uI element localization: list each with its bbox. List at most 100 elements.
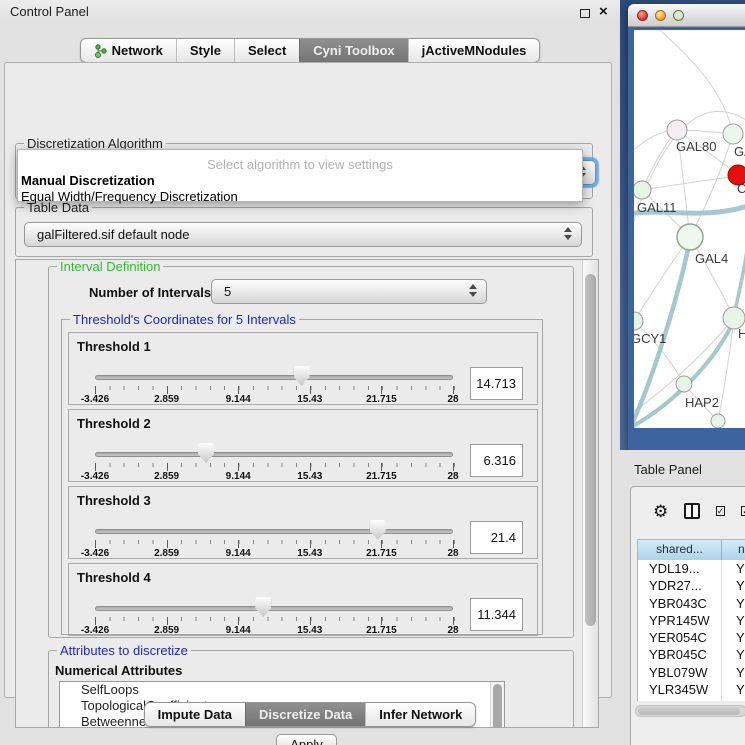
node-label-gal11: GAL11 [637, 200, 677, 215]
scrollbar-thumb[interactable] [638, 707, 740, 715]
node-label-gcy1: GCY1 [634, 331, 666, 346]
tab-discretize-data[interactable]: Discretize Data [245, 703, 365, 726]
tab-jactivemnodules[interactable]: jActiveMNodules [408, 39, 540, 62]
group-title: Threshold's Coordinates for 5 Intervals [70, 312, 299, 327]
tab-style[interactable]: Style [176, 39, 234, 62]
table-header-row: shared... n [638, 540, 745, 560]
window-zoom-icon[interactable] [673, 10, 684, 21]
column-header-name[interactable]: n [722, 540, 745, 560]
network-view-window: GAL80 GA C GAL11 GAL4 GCY1 H HAP2 [628, 4, 745, 450]
slider-thumb[interactable] [198, 443, 214, 463]
float-window-icon[interactable] [580, 9, 590, 18]
table-panel: Table Panel ⚙ ✓ ✓ shared... n YDL19...YD… [620, 450, 745, 745]
threshold-value-field[interactable]: 21.4 [470, 521, 523, 554]
node-label-partial-c: C [737, 181, 745, 196]
checkbox-icon[interactable]: ✓ [741, 506, 745, 516]
scrollbar-thumb[interactable] [585, 274, 596, 626]
node-label-hap2: HAP2 [685, 395, 719, 410]
slider-ticks [95, 540, 455, 548]
table-row[interactable]: YDR27...YDR2 [638, 577, 745, 594]
table-row[interactable]: YER054CYER0 [638, 629, 745, 646]
table-row[interactable]: YBR045CYBR0 [638, 646, 745, 663]
apply-button[interactable]: Apply [276, 734, 337, 745]
table-row[interactable]: YDL19...YDL1 [638, 560, 745, 577]
gear-icon[interactable]: ⚙ [653, 503, 668, 520]
node-label-gal4: GAL4 [695, 251, 728, 266]
slider-thumb[interactable] [370, 520, 386, 540]
interval-definition-group: Interval Definition Number of Intervals … [48, 266, 574, 638]
node-gal80[interactable] [667, 120, 687, 140]
bottom-tab-bar: Impute Data Discretize Data Infer Networ… [0, 702, 620, 727]
list-item[interactable]: SelfLoops [60, 682, 504, 698]
slider-thumb[interactable] [255, 597, 271, 617]
node-gcy1[interactable] [634, 312, 643, 330]
thresholds-group: Threshold's Coordinates for 5 Intervals … [61, 319, 543, 635]
slider-track[interactable] [95, 606, 453, 611]
number-of-intervals-combobox[interactable]: 5 [211, 279, 487, 304]
threshold-label: Threshold 3 [77, 493, 151, 508]
settings-scroll-pane: Interval Definition Number of Intervals … [15, 259, 599, 728]
combo-arrows-icon [564, 227, 572, 240]
network-canvas[interactable]: GAL80 GA C GAL11 GAL4 GCY1 H HAP2 [634, 30, 745, 428]
tab-label: Discretize Data [259, 703, 352, 726]
tick-labels: -3.4262.8599.14415.4321.71528 [95, 471, 455, 483]
table-horizontal-scrollbar[interactable] [635, 705, 745, 717]
network-icon [94, 44, 107, 58]
window-minimize-icon[interactable] [655, 10, 666, 21]
table-row[interactable]: YPR145WYPR1 [638, 612, 745, 629]
threshold-4-box: Threshold 4 -3.4262.8599.14415.4321.7152… [68, 563, 538, 636]
node-partial-top-right[interactable] [723, 124, 743, 144]
group-title: Attributes to discretize [57, 643, 191, 658]
table-panel-body: ⚙ ✓ ✓ shared... n YDL19...YDL1 YDR27...Y… [630, 486, 745, 745]
number-of-intervals-label: Number of Intervals [89, 285, 211, 300]
tab-label: jActiveMNodules [422, 39, 527, 62]
threshold-1-box: Threshold 1 -3.4262.8599.14415.4321.7152… [68, 332, 538, 405]
control-panel: Control Panel × Network Style [0, 0, 620, 745]
dropdown-item-manual-discretization[interactable]: Manual Discretization [21, 173, 155, 188]
network-window-titlebar[interactable] [628, 4, 745, 27]
node-bottom[interactable] [711, 414, 725, 428]
threshold-label: Threshold 4 [77, 570, 151, 585]
node-gal4[interactable] [677, 224, 703, 250]
node-label-partial-h: H [738, 326, 745, 341]
tick-labels: -3.4262.8599.14415.4321.71528 [95, 394, 455, 406]
close-icon[interactable]: × [599, 3, 608, 20]
window-close-icon[interactable] [637, 10, 648, 21]
table-row[interactable]: YIL052CYIL0 [638, 698, 745, 701]
node-table[interactable]: shared... n YDL19...YDL1 YDR27...YDR2 YB… [637, 539, 745, 701]
tab-label: Select [248, 39, 286, 62]
column-header-shared-name[interactable]: shared... [638, 540, 722, 560]
table-row[interactable]: YLR345WYLR3 [638, 681, 745, 698]
split-view-icon[interactable] [684, 503, 699, 519]
table-row[interactable]: YBL079WYBL0 [638, 664, 745, 681]
node-label-gal80: GAL80 [676, 139, 716, 154]
threshold-value-field[interactable]: 11.344 [470, 598, 523, 631]
tab-infer-network[interactable]: Infer Network [365, 703, 475, 726]
algorithm-dropdown-popup: Select algorithm to view settings Manual… [17, 149, 583, 202]
slider-track[interactable] [95, 452, 453, 457]
tab-cyni-toolbox[interactable]: Cyni Toolbox [299, 39, 407, 62]
table-data-combobox[interactable]: galFiltered.sif default node [24, 222, 582, 247]
combo-value: galFiltered.sif default node [37, 227, 189, 242]
threshold-value-field[interactable]: 6.316 [470, 444, 523, 477]
table-row[interactable]: YBR043CYBR0 [638, 595, 745, 612]
tab-label: Impute Data [158, 703, 232, 726]
slider-track[interactable] [95, 529, 453, 534]
threshold-3-box: Threshold 3 -3.4262.8599.14415.4321.7152… [68, 486, 538, 559]
application-window: Control Panel × Network Style [0, 0, 745, 745]
threshold-2-box: Threshold 2 -3.4262.8599.14415.4321.7152… [68, 409, 538, 482]
cyni-toolbox-content: Discretization Algorithm Select algorith… [4, 62, 612, 698]
dropdown-item-equal-width-frequency[interactable]: Equal Width/Frequency Discretization [21, 189, 238, 204]
node-gal11[interactable] [634, 181, 651, 199]
tab-impute-data[interactable]: Impute Data [145, 703, 245, 726]
checkbox-icon[interactable]: ✓ [716, 506, 726, 516]
settings-scrollbar[interactable] [582, 260, 598, 727]
slider-ticks [95, 463, 455, 471]
tab-label: Cyni Toolbox [313, 39, 394, 62]
tab-network[interactable]: Network [81, 39, 176, 62]
tab-select[interactable]: Select [234, 39, 299, 62]
slider-thumb[interactable] [294, 366, 310, 386]
slider-track[interactable] [95, 375, 453, 380]
threshold-value-field[interactable]: 14.713 [470, 367, 523, 400]
node-hap2[interactable] [676, 376, 692, 392]
